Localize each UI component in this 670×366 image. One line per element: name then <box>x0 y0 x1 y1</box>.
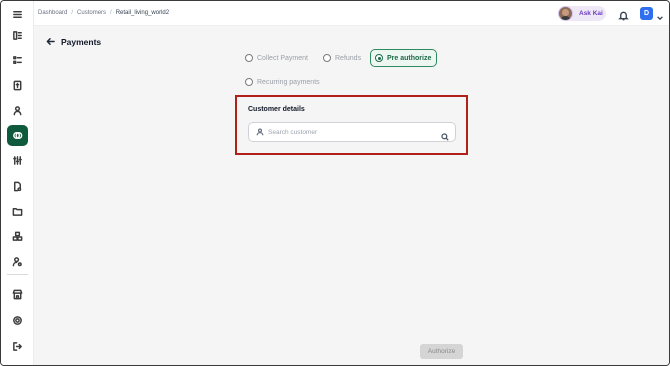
kai-avatar <box>558 6 573 21</box>
customer-search-input[interactable] <box>268 128 433 136</box>
radio-icon <box>323 54 331 62</box>
option-label: Pre authorize <box>387 54 432 62</box>
option-pre-authorize[interactable]: Pre authorize <box>370 49 438 67</box>
person-icon <box>249 123 264 141</box>
file-search-icon[interactable] <box>7 176 28 197</box>
sidebar-divider <box>7 274 28 275</box>
option-label: Collect Payment <box>257 54 308 62</box>
page-header: Payments <box>46 33 101 51</box>
authorize-button[interactable]: Authorize <box>420 344 463 359</box>
option-refunds[interactable]: Refunds <box>319 50 366 66</box>
sliders-icon[interactable] <box>7 150 28 171</box>
breadcrumb-customers[interactable]: Customers <box>77 10 106 16</box>
breadcrumb-separator: / <box>110 10 112 16</box>
customer-search-field[interactable] <box>248 122 456 142</box>
breadcrumb: Dashboard / Customers / Retail_living_wo… <box>38 10 169 16</box>
ask-kai-label: Ask Kai <box>579 10 603 17</box>
breadcrumb-current: Retail_living_world2 <box>115 10 170 16</box>
store-icon[interactable] <box>7 284 28 305</box>
breadcrumb-dashboard[interactable]: Dashboard <box>38 10 67 16</box>
radio-icon <box>245 78 253 86</box>
menu-icon[interactable] <box>7 4 28 25</box>
option-label: Recurring payments <box>257 78 320 86</box>
search-icon[interactable] <box>441 128 449 146</box>
option-label: Refunds <box>335 54 362 62</box>
list-icon[interactable] <box>7 50 28 71</box>
user-avatar[interactable]: D <box>640 7 653 20</box>
boxes-icon[interactable] <box>7 226 28 247</box>
payments-icon[interactable] <box>7 125 28 146</box>
folder-icon[interactable] <box>7 201 28 222</box>
back-arrow-icon[interactable] <box>46 33 55 51</box>
option-recurring-payments[interactable]: Recurring payments <box>241 74 325 90</box>
invoice-icon[interactable] <box>7 75 28 96</box>
main-content: Payments Collect Payment Refunds Pre aut… <box>34 26 669 365</box>
breadcrumb-separator: / <box>71 10 74 16</box>
user-settings-icon[interactable] <box>7 251 28 272</box>
logout-icon[interactable] <box>7 336 28 357</box>
chevron-down-icon[interactable] <box>656 9 664 21</box>
radio-icon <box>245 54 253 62</box>
radio-selected-icon <box>375 54 383 62</box>
sidebar <box>1 1 34 365</box>
gear-icon[interactable] <box>7 310 28 331</box>
notifications-bell-icon[interactable] <box>618 8 629 21</box>
app-window: Dashboard / Customers / Retail_living_wo… <box>0 0 670 366</box>
option-collect-payment[interactable]: Collect Payment <box>241 50 313 66</box>
user-icon[interactable] <box>7 100 28 121</box>
ask-kai-button[interactable]: Ask Kai <box>558 6 606 21</box>
layout-icon[interactable] <box>7 25 28 46</box>
topbar: Dashboard / Customers / Retail_living_wo… <box>34 1 669 26</box>
page-title: Payments <box>61 37 102 47</box>
customer-details-title: Customer details <box>248 106 305 113</box>
